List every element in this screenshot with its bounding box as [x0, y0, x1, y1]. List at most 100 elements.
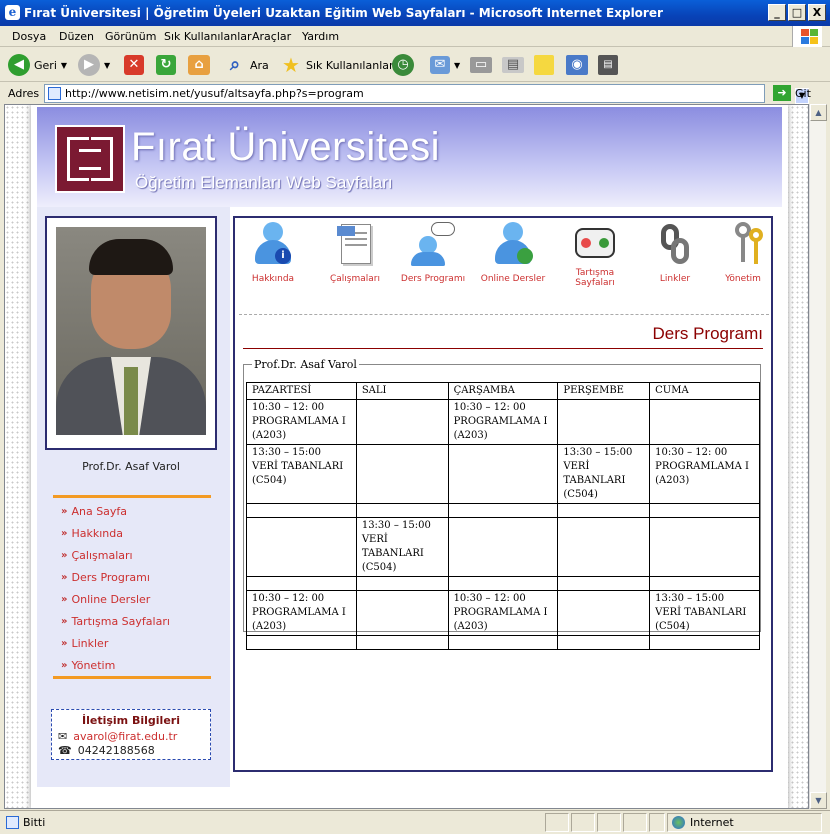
home-button[interactable]: ⌂ — [188, 52, 210, 78]
schedule-cell: 10:30 – 12: 00 PROGRAMLAMA I (A203) — [246, 590, 357, 636]
nav-link-linkler[interactable]: » Linkler — [61, 637, 108, 650]
keys-icon — [721, 222, 765, 266]
icon-link-yonetim[interactable]: Yönetim — [705, 222, 781, 284]
nav-link-calismalari[interactable]: » Çalışmaları — [61, 549, 133, 562]
schedule-fieldset: Prof.Dr. Asaf Varol PAZARTESİ SALI ÇARŞA… — [243, 358, 761, 650]
schedule-cell — [355, 399, 449, 445]
status-segment — [545, 813, 569, 832]
day-header: ÇARŞAMBA — [447, 382, 559, 400]
schedule-cell — [355, 444, 449, 504]
nav-link-ders-programi[interactable]: » Ders Programı — [61, 571, 150, 584]
scroll-up-icon[interactable]: ▲ — [810, 104, 827, 121]
schedule-cell — [246, 503, 357, 518]
nav-link-yonetim[interactable]: » Yönetim — [61, 659, 115, 672]
research-button[interactable]: ▤ — [598, 52, 618, 78]
go-button[interactable]: ➜ Git — [773, 85, 811, 101]
maximize-button[interactable]: □ — [788, 4, 806, 21]
mail-button[interactable]: ✉ ▼ — [430, 52, 460, 78]
schedule-cell-line: 13:30 – 15:00 — [252, 447, 321, 458]
nav-link-online-dersler[interactable]: » Online Dersler — [61, 593, 150, 606]
schedule-cell-line: TABANLARI — [361, 548, 424, 559]
vertical-scrollbar[interactable]: ▲ ▼ — [809, 104, 827, 809]
day-header: PERŞEMBE — [557, 382, 651, 400]
menu-view[interactable]: Görünüm — [105, 30, 156, 43]
icon-label: Ders Programı — [400, 274, 466, 284]
menu-help[interactable]: Yardım — [302, 30, 339, 43]
icon-label: Tartışma Sayfaları — [575, 268, 615, 288]
status-segment — [649, 813, 665, 832]
schedule-row: 13:30 – 15:00 VERİ TABANLARI (C504) 13:30 –… — [246, 444, 760, 504]
nav-link-hakkinda[interactable]: » Hakkında — [61, 527, 123, 540]
nav-link-ana-sayfa[interactable]: » Ana Sayfa — [61, 505, 127, 518]
refresh-button[interactable]: ↻ — [156, 52, 176, 78]
schedule-cell — [355, 503, 449, 518]
menu-bar: Dosya Düzen Görünüm Sık Kullanılanlar Ar… — [0, 26, 830, 47]
schedule-cell — [557, 635, 651, 650]
home-icon: ⌂ — [188, 55, 210, 75]
schedule-cell: 13:30 – 15:00 VERİ TABANLARI (C504) — [557, 444, 651, 504]
menu-favorites[interactable]: Sık Kullanılanlar — [164, 30, 252, 43]
schedule-cell-line: (A203) — [252, 430, 287, 441]
favorites-button[interactable]: ★ Sık Kullanılanlar — [280, 52, 393, 78]
nav-label: Online Dersler — [71, 593, 151, 606]
icon-label: Hakkında — [251, 274, 295, 284]
minimize-button[interactable]: _ — [768, 4, 786, 21]
address-input[interactable]: http://www.netisim.net/yusuf/altsayfa.ph… — [44, 84, 809, 104]
stop-button[interactable]: ✕ — [124, 52, 144, 78]
schedule-cell — [355, 635, 449, 650]
nav-label: Ana Sayfa — [71, 505, 128, 518]
messenger-button[interactable]: ◉ — [566, 52, 588, 78]
menu-file[interactable]: Dosya — [12, 30, 46, 43]
schedule-cell — [447, 503, 559, 518]
messenger-icon: ◉ — [566, 55, 588, 75]
search-button[interactable]: ⌕ Ara — [224, 52, 269, 78]
user-globe-icon — [491, 222, 535, 266]
schedule-row: 10:30 – 12: 00 PROGRAMLAMA I (A203) 10:30 –… — [246, 590, 760, 636]
nav-link-tartisma[interactable]: » Tartışma Sayfaları — [61, 615, 170, 628]
contact-email[interactable]: avarol@firat.edu.tr — [73, 730, 177, 743]
schedule-legend: Prof.Dr. Asaf Varol — [254, 358, 357, 371]
schedule-cell — [246, 635, 357, 650]
icon-link-hakkinda[interactable]: i Hakkında — [235, 222, 311, 284]
schedule-row: 13:30 – 15:00 VERİ TABANLARI (C504) — [246, 517, 760, 577]
forward-arrow-icon: ▶ — [78, 54, 100, 76]
double-chevron-icon: » — [61, 616, 68, 627]
browser-viewport: Fırat Üniversitesi Öğretim Elemanları We… — [4, 104, 809, 809]
forward-button[interactable]: ▶ ▼ — [78, 52, 110, 78]
double-chevron-icon: » — [61, 550, 68, 561]
menu-edit[interactable]: Düzen — [59, 30, 94, 43]
icon-link-calismalari[interactable]: Çalışmaları — [317, 222, 393, 284]
edit-button[interactable]: ▤ — [502, 52, 524, 78]
menu-tools[interactable]: Araçlar — [252, 30, 291, 43]
schedule-cell-line: 13:30 – 15:00 — [563, 447, 633, 458]
status-bar: Bitti Internet — [0, 810, 830, 834]
print-button[interactable]: ▭ — [470, 52, 492, 78]
double-chevron-icon: » — [61, 638, 68, 649]
close-button[interactable]: X — [808, 4, 826, 21]
icon-label: Çalışmaları — [330, 274, 380, 284]
schedule-cell — [355, 590, 449, 636]
window-title: Fırat Üniversitesi | Öğretim Üyeleri Uza… — [24, 6, 663, 20]
mail-icon: ✉ — [430, 56, 450, 74]
back-button[interactable]: ◀ Geri ▼ — [8, 52, 67, 78]
scroll-down-icon[interactable]: ▼ — [810, 792, 827, 809]
schedule-cell — [447, 635, 559, 650]
schedule-cell-line: (A203) — [453, 430, 488, 441]
schedule-cell — [557, 399, 651, 445]
schedule-cell: 10:30 – 12: 00 PROGRAMLAMA I (A203) — [246, 399, 357, 445]
schedule-cell — [649, 503, 760, 518]
nav-label: Ders Programı — [71, 571, 150, 584]
icon-link-linkler[interactable]: Linkler — [637, 222, 713, 284]
history-button[interactable]: ◷ — [392, 52, 414, 78]
section-title: Ders Programı — [652, 324, 763, 343]
icon-link-tartisma[interactable]: Tartışma Sayfaları — [557, 222, 633, 288]
icon-link-online-dersler[interactable]: Online Dersler — [475, 222, 551, 284]
schedule-cell-line: (C504) — [252, 475, 287, 486]
status-segment — [597, 813, 621, 832]
double-chevron-icon: » — [61, 528, 68, 539]
schedule-cell: 10:30 – 12: 00 PROGRAMLAMA I (A203) — [649, 444, 760, 504]
site-banner: Fırat Üniversitesi Öğretim Elemanları We… — [37, 107, 782, 207]
banner-subtitle: Öğretim Elemanları Web Sayfaları — [135, 173, 393, 192]
icon-link-ders-programi[interactable]: Ders Programı — [395, 222, 471, 284]
discuss-button[interactable] — [534, 52, 554, 78]
